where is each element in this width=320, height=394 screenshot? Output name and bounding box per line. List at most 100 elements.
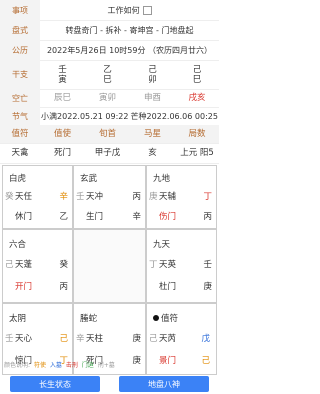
dipan-bashen-button[interactable]: 地盘八神 bbox=[119, 376, 209, 392]
ganzhi-col-1: 壬 寅 bbox=[40, 60, 85, 89]
info-header-5: 局数 bbox=[188, 129, 206, 139]
palace-left-mark: 己 bbox=[5, 260, 14, 270]
issue-text: 工作如何 bbox=[107, 5, 140, 15]
kongwang-4: 戌亥 bbox=[188, 93, 206, 103]
palace-god: 九地 bbox=[153, 174, 171, 184]
row-label-kongwang: 空亡 bbox=[0, 89, 40, 107]
row-value-jieqi: 小满2022.05.21 09:22 芒种2022.06.06 00:25 bbox=[40, 107, 219, 125]
row-value-gongli: 2022年5月26日 10时59分 （农历四月廿六） bbox=[46, 45, 213, 55]
kongwang-1: 辰巳 bbox=[53, 93, 71, 103]
palace-god: 玄武 bbox=[80, 174, 98, 184]
palace-stem-a: 己 bbox=[59, 334, 68, 344]
info-value-5: 上元 阳5 bbox=[180, 148, 214, 158]
palace-stem-a: 丙 bbox=[132, 192, 141, 202]
bottom-bar: 长生状态 地盘八神 bbox=[0, 374, 219, 394]
palace-stem-a: 辛 bbox=[59, 192, 68, 202]
palace-stem-b: 辛 bbox=[132, 212, 141, 222]
kongwang-3: 申酉 bbox=[143, 93, 161, 103]
palace-stem-b: 庚 bbox=[203, 282, 212, 292]
ganzhi-col-4-bottom: 巳 bbox=[192, 74, 202, 85]
legend-xingmu: 刑+墓 bbox=[97, 362, 115, 369]
palace-gate: 开门 bbox=[15, 282, 33, 292]
palace-left-mark: 癸 bbox=[5, 192, 14, 202]
palace-star: 天柱 bbox=[86, 334, 104, 344]
palace-god: 九天 bbox=[153, 240, 171, 250]
ganzhi-col-2: 乙 巳 bbox=[85, 60, 130, 89]
row-info-headers: 值符 值使 旬首 马星 局数 bbox=[0, 125, 219, 144]
palace-left-mark: 辛 bbox=[76, 334, 85, 344]
palace-god-text: 值符 bbox=[161, 314, 179, 324]
color-legend: 颜色说明: 符使 入墓 击刑 门迫 刑+墓 bbox=[4, 360, 117, 369]
palace-stem-b: 己 bbox=[201, 356, 210, 366]
row-label-shixiang: 事项 bbox=[0, 0, 40, 20]
ganzhi-col-1-bottom: 寅 bbox=[58, 74, 67, 85]
row-label-ganzhi: 干支 bbox=[0, 60, 40, 89]
info-value-3: 甲子戊 bbox=[94, 148, 121, 158]
palace-cell[interactable]: 玄武 壬 天冲 丙 生门 辛 bbox=[73, 165, 146, 229]
legend-menpo: 门迫 bbox=[81, 362, 94, 369]
palace-god: 六合 bbox=[9, 240, 27, 250]
row-label-gongli: 公历 bbox=[0, 40, 40, 60]
palace-god: 值符 bbox=[153, 312, 178, 324]
palace-cell[interactable]: 九地 庚 天辅 丁 伤门 丙 bbox=[146, 165, 217, 229]
info-header-4: 马星 bbox=[143, 129, 161, 139]
legend-jixing: 击刑 bbox=[65, 362, 78, 369]
palace-stem-a: 丁 bbox=[203, 192, 212, 202]
palace-star: 天蓬 bbox=[15, 260, 33, 270]
row-panshi: 盘式 转盘奇门 - 拆补 - 寄坤宫 - 门地盘起 bbox=[0, 20, 219, 41]
palace-god: 太阴 bbox=[9, 314, 27, 324]
row-kongwang: 空亡 辰巳 寅卯 申酉 戌亥 bbox=[0, 89, 219, 108]
palace-star: 天心 bbox=[15, 334, 33, 344]
palace-star: 天英 bbox=[159, 260, 177, 270]
info-header-1: 值符 bbox=[11, 129, 29, 139]
palace-cell[interactable]: 值符 己 天芮 戊 景门 己 bbox=[146, 303, 217, 375]
info-header-2: 值使 bbox=[53, 129, 71, 139]
palace-left-mark: 庚 bbox=[149, 192, 158, 202]
changsheng-button[interactable]: 长生状态 bbox=[10, 376, 100, 392]
kongwang-2: 寅卯 bbox=[98, 93, 116, 103]
palace-center bbox=[73, 229, 146, 303]
palace-cell[interactable]: 六合 己 天蓬 癸 开门 丙 bbox=[2, 229, 73, 303]
row-value-shixiang[interactable]: 工作如何 bbox=[40, 0, 219, 20]
palace-left-mark: 丁 bbox=[149, 260, 158, 270]
palace-star: 天辅 bbox=[159, 192, 177, 202]
palace-left-mark: 壬 bbox=[76, 192, 85, 202]
ganzhi-col-4: 己 巳 bbox=[175, 60, 219, 89]
ganzhi-col-3-bottom: 卯 bbox=[148, 74, 157, 85]
palace-star: 天芮 bbox=[159, 334, 177, 344]
row-label-panshi: 盘式 bbox=[0, 20, 40, 40]
legend-rumu: 入墓 bbox=[49, 362, 62, 369]
palace-stem-a: 壬 bbox=[203, 260, 212, 270]
ganzhi-col-1-top: 壬 bbox=[58, 64, 67, 75]
palace-gate: 景门 bbox=[159, 356, 177, 366]
info-value-4: 亥 bbox=[148, 148, 157, 158]
row-label-jieqi: 节气 bbox=[0, 107, 40, 125]
palace-cell[interactable]: 白虎 癸 天任 辛 休门 乙 bbox=[2, 165, 73, 229]
info-value-2: 死门 bbox=[53, 148, 71, 158]
row-ganzhi: 干支 壬 寅 乙 巳 己 卯 己 巳 bbox=[0, 60, 219, 90]
info-header-3: 旬首 bbox=[98, 129, 116, 139]
legend-fushi: 符使 bbox=[33, 362, 46, 369]
palace-stem-a: 庚 bbox=[132, 334, 141, 344]
palace-stem-b: 庚 bbox=[132, 356, 141, 366]
palace-star: 天任 bbox=[15, 192, 33, 202]
palace-cell[interactable]: 九天 丁 天英 壬 杜门 庚 bbox=[146, 229, 217, 303]
ganzhi-col-2-bottom: 巳 bbox=[103, 74, 112, 85]
palace-star: 天冲 bbox=[86, 192, 104, 202]
ganzhi-col-2-top: 乙 bbox=[103, 64, 112, 75]
palace-stem-b: 丙 bbox=[203, 212, 212, 222]
row-shixiang: 事项 工作如何 bbox=[0, 0, 219, 21]
palace-god: 白虎 bbox=[9, 174, 27, 184]
palace-left-mark: 壬 bbox=[5, 334, 14, 344]
palace-gate: 杜门 bbox=[159, 282, 177, 292]
row-jieqi: 节气 小满2022.05.21 09:22 芒种2022.06.06 00:25 bbox=[0, 107, 219, 126]
palace-gate: 生门 bbox=[86, 212, 104, 222]
edit-icon[interactable] bbox=[142, 5, 152, 15]
ganzhi-col-3-top: 己 bbox=[148, 64, 157, 75]
palace-gate: 伤门 bbox=[159, 212, 177, 222]
row-value-panshi: 转盘奇门 - 拆补 - 寄坤宫 - 门地盘起 bbox=[65, 25, 194, 35]
row-gongli: 公历 2022年5月26日 10时59分 （农历四月廿六） bbox=[0, 40, 219, 61]
legend-prefix: 颜色说明: bbox=[4, 362, 31, 369]
row-info-values: 天禽 死门 甲子戊 亥 上元 阳5 bbox=[0, 143, 219, 164]
palace-gate: 休门 bbox=[15, 212, 33, 222]
